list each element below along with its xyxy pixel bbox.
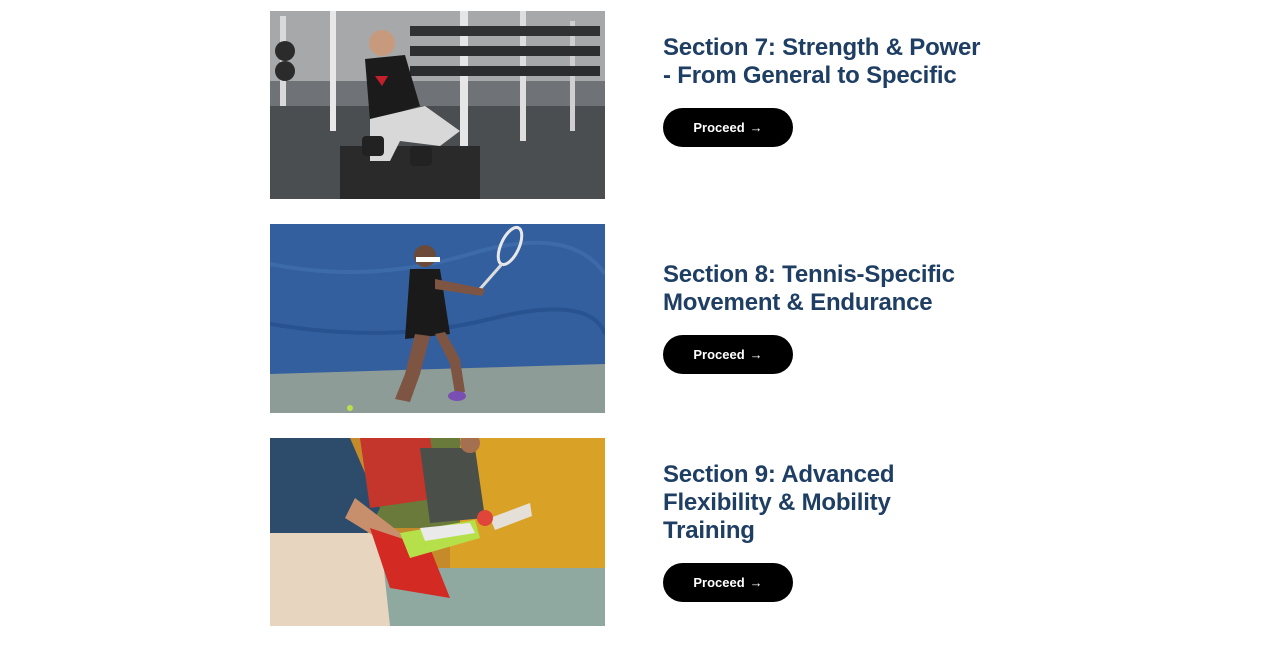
section-card-9: Section 9: Advanced Flexibility & Mobili… bbox=[270, 438, 990, 626]
section-9-title[interactable]: Section 9: Advanced Flexibility & Mobili… bbox=[663, 461, 983, 545]
section-7-proceed-button[interactable]: Proceed → bbox=[663, 108, 793, 147]
section-7-content: Section 7: Strength & Power - From Gener… bbox=[663, 34, 983, 147]
section-card-7: Section 7: Strength & Power - From Gener… bbox=[270, 11, 990, 199]
section-8-image[interactable] bbox=[270, 224, 605, 413]
section-9-proceed-button[interactable]: Proceed → bbox=[663, 563, 793, 602]
section-8-title[interactable]: Section 8: Tennis-Specific Movement & En… bbox=[663, 261, 983, 317]
proceed-label: Proceed bbox=[693, 120, 745, 135]
proceed-label: Proceed bbox=[693, 347, 745, 362]
section-card-8: Section 8: Tennis-Specific Movement & En… bbox=[270, 224, 990, 413]
proceed-label: Proceed bbox=[693, 575, 745, 590]
stretching-group-photo bbox=[270, 438, 605, 626]
section-list: Section 7: Strength & Power - From Gener… bbox=[0, 0, 1262, 645]
gym-lunge-photo bbox=[270, 11, 605, 199]
section-7-title[interactable]: Section 7: Strength & Power - From Gener… bbox=[663, 34, 983, 90]
section-7-image[interactable] bbox=[270, 11, 605, 199]
section-9-content: Section 9: Advanced Flexibility & Mobili… bbox=[663, 461, 983, 602]
section-8-proceed-button[interactable]: Proceed → bbox=[663, 335, 793, 374]
arrow-right-icon: → bbox=[749, 575, 763, 590]
tennis-player-photo bbox=[270, 224, 605, 413]
arrow-right-icon: → bbox=[749, 120, 763, 135]
arrow-right-icon: → bbox=[749, 347, 763, 362]
section-8-content: Section 8: Tennis-Specific Movement & En… bbox=[663, 261, 983, 374]
section-9-image[interactable] bbox=[270, 438, 605, 626]
